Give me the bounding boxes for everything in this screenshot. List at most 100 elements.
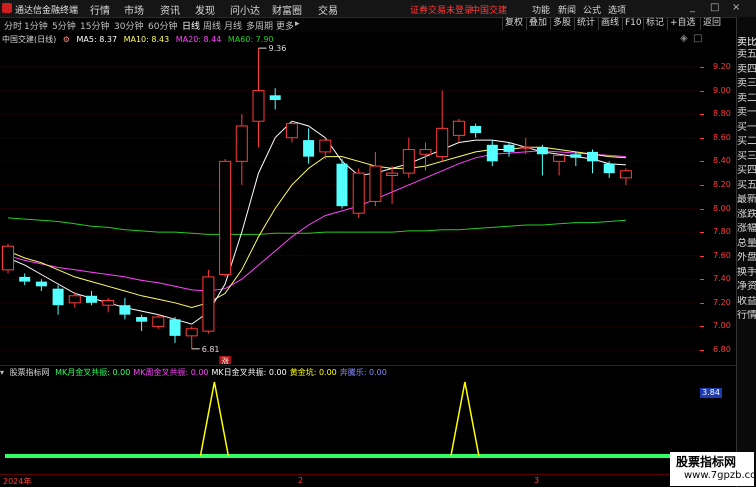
- pane-divider: [0, 365, 736, 366]
- tool-overlay[interactable]: 叠加: [526, 17, 549, 30]
- quote-field-label: 最新: [737, 194, 756, 205]
- price-tick-label: 9.20: [713, 62, 731, 71]
- candle-body-up: [386, 172, 399, 176]
- price-tick-mark: [700, 161, 704, 163]
- price-tick-label: 8.80: [713, 109, 731, 119]
- candle-body-up: [202, 276, 215, 332]
- ma20-line: [7, 150, 626, 292]
- menu-function[interactable]: 功能: [532, 3, 550, 16]
- price-tick-mark: [700, 67, 704, 68]
- price-tick-mark: [700, 90, 704, 92]
- candle-body-down: [86, 295, 97, 303]
- quote-field-label: 卖四: [737, 63, 756, 75]
- indicator-name[interactable]: 股票指标网: [10, 368, 50, 377]
- quote-field-label: 买二: [737, 136, 756, 147]
- quote-field-label: 买三: [737, 150, 756, 162]
- quote-field-label: 涨幅: [737, 223, 756, 234]
- quote-field-label: 涨跌: [737, 208, 756, 220]
- menu-discover[interactable]: 发现: [195, 2, 215, 17]
- candle-body-down: [52, 288, 64, 306]
- indicator-item: MK周金叉共振: 0.00: [133, 368, 209, 377]
- menu-quotes[interactable]: 行情: [90, 2, 110, 17]
- price-tick-mark: [700, 184, 704, 186]
- candle-body-up: [102, 299, 115, 306]
- panel-settings-icon[interactable]: ◈: [680, 33, 688, 44]
- indicator-dropdown-icon[interactable]: ▾: [0, 368, 4, 377]
- more-arrow-icon[interactable]: ▸: [295, 19, 300, 29]
- candlestick-chart[interactable]: 9.36 6.81涨: [0, 44, 700, 364]
- period-multi[interactable]: 多周期: [246, 19, 273, 32]
- period-monthly[interactable]: 月线: [224, 19, 242, 32]
- menu-formula[interactable]: 公式: [583, 3, 601, 16]
- menu-ask[interactable]: 问小达: [230, 2, 260, 17]
- low-price-label: 6.81: [202, 345, 220, 354]
- tool-add-watchlist[interactable]: +自选: [667, 17, 698, 30]
- indicator-chart[interactable]: [0, 378, 700, 462]
- period-daily[interactable]: 日线: [182, 19, 200, 32]
- menu-newsfeed[interactable]: 新闻: [558, 3, 576, 16]
- quote-field-label: 卖一: [737, 107, 756, 118]
- indicator-spike: [450, 381, 480, 457]
- close-icon[interactable]: ×: [732, 2, 740, 13]
- tool-adjust[interactable]: 复权: [502, 17, 525, 30]
- candle-body-up: [68, 295, 81, 304]
- price-tick-mark: [700, 255, 704, 257]
- price-tick-label: 8.60: [713, 132, 731, 142]
- tool-statistics[interactable]: 统计: [574, 17, 597, 30]
- price-tick-mark: [700, 232, 704, 234]
- menu-news[interactable]: 资讯: [160, 2, 180, 17]
- candle-body-down: [536, 147, 548, 155]
- period-15min[interactable]: 15分钟: [80, 19, 109, 32]
- candle-body-down: [119, 305, 131, 315]
- login-notice[interactable]: 证券交易未登录: [410, 3, 473, 16]
- quote-field-label: 换手: [737, 266, 756, 278]
- tool-draw-line[interactable]: 画线: [598, 17, 621, 30]
- menu-trade[interactable]: 交易: [318, 2, 338, 17]
- indicator-item: 奔騰乐: 0.00: [339, 368, 387, 377]
- quote-field-label: 净资: [737, 281, 756, 292]
- chart-title: 中国交建(日线): [2, 35, 57, 44]
- settings-gear-icon[interactable]: ⚙: [63, 35, 70, 44]
- price-tick-label: 7.00: [713, 321, 731, 331]
- period-60min[interactable]: 60分钟: [148, 19, 177, 32]
- candle-body-up: [619, 170, 632, 179]
- indicator-value-badge: 3.84: [700, 388, 722, 398]
- candle-body-down: [570, 154, 582, 158]
- price-tick-mark: [700, 350, 704, 351]
- candle-body-up: [452, 120, 465, 136]
- tool-multi-stock[interactable]: 多股: [550, 17, 573, 30]
- price-tick-mark: [700, 208, 704, 210]
- minimize-icon[interactable]: _: [690, 2, 695, 13]
- tool-back[interactable]: 返回: [700, 17, 723, 30]
- period-5min[interactable]: 5分钟: [52, 19, 76, 32]
- panel-expand-icon[interactable]: □: [693, 33, 702, 44]
- candle-body-up: [402, 149, 415, 174]
- period-more[interactable]: 更多: [276, 19, 294, 32]
- price-tick-mark: [700, 114, 704, 116]
- watermark: 股票指标网 www.7gpzb.com: [670, 452, 756, 486]
- quote-field-label: 买四: [737, 165, 756, 176]
- price-tick-label: 6.80: [713, 345, 731, 354]
- period-30min[interactable]: 30分钟: [114, 19, 143, 32]
- period-weekly[interactable]: 周线: [203, 19, 221, 32]
- ma20-label: MA20: 8.44: [175, 35, 222, 44]
- tool-f10[interactable]: F10: [622, 17, 644, 30]
- price-tick-mark: [700, 326, 704, 328]
- quote-sidebar-top-label: 卖比: [737, 37, 756, 48]
- watermark-url: www.7gpzb.com: [684, 470, 756, 481]
- menu-wealth[interactable]: 财富圈: [272, 2, 302, 17]
- menu-market[interactable]: 市场: [124, 2, 144, 17]
- period-intraday[interactable]: 分时: [4, 19, 22, 32]
- tool-mark[interactable]: 标记: [643, 17, 666, 30]
- ma5-label: MA5: 8.37: [76, 35, 118, 44]
- candle-body-down: [336, 163, 348, 207]
- maximize-icon[interactable]: □: [710, 2, 719, 13]
- quote-field-label: 买一: [737, 121, 756, 133]
- menu-options[interactable]: 选项: [608, 3, 626, 16]
- ma60-label: MA60: 7.90: [227, 35, 274, 44]
- candle-body-down: [303, 140, 315, 157]
- period-1min[interactable]: 1分钟: [24, 19, 48, 32]
- menu-bar: 通达信金融终端 行情 市场 资讯 发现 问小达 财富圈 交易 证券交易未登录 中…: [0, 0, 756, 18]
- indicator-item: 黄金坑: 0.00: [289, 368, 337, 377]
- candle-body-down: [35, 281, 47, 287]
